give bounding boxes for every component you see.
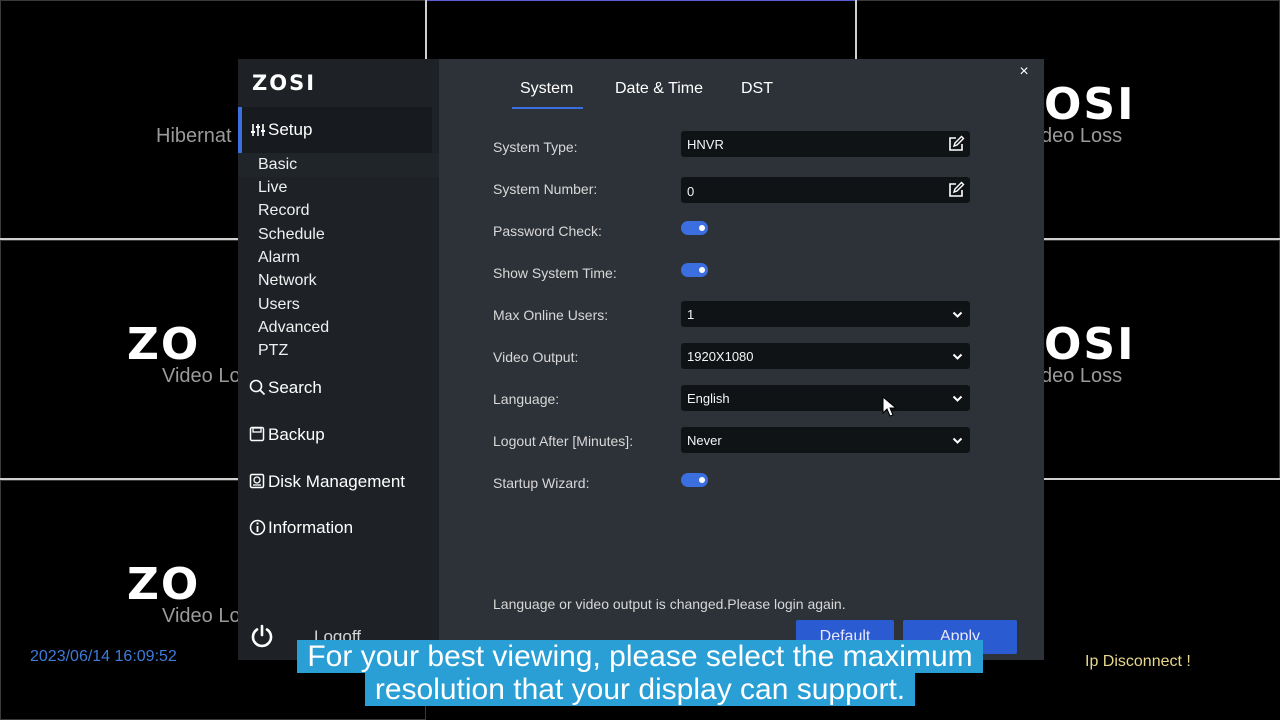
toggle-knob xyxy=(699,267,705,273)
brand-logo: ZOSI xyxy=(252,71,317,95)
sidebar-item-label: Information xyxy=(268,518,354,537)
system-number-field[interactable]: 0 xyxy=(681,177,970,203)
system-type-label: System Type: xyxy=(493,139,578,155)
sidebar-item-information[interactable]: Information xyxy=(238,512,439,542)
video-subtitle: For your best viewing, please select the… xyxy=(0,640,1280,706)
max-online-users-select[interactable]: 1 xyxy=(681,301,970,327)
language-value: English xyxy=(687,391,730,406)
subtitle-line-1: For your best viewing, please select the… xyxy=(297,640,983,673)
chevron-down-icon xyxy=(952,437,963,444)
show-system-time-label: Show System Time: xyxy=(493,265,617,281)
password-check-label: Password Check: xyxy=(493,223,602,239)
sidebar-subitem-network[interactable]: Network xyxy=(258,272,317,290)
logout-after-select[interactable]: Never xyxy=(681,427,970,453)
grid-divider xyxy=(855,0,857,60)
toggle-knob xyxy=(699,477,705,483)
max-online-users-value: 1 xyxy=(687,307,695,322)
password-check-toggle[interactable] xyxy=(681,221,708,235)
video-output-label: Video Output: xyxy=(493,349,579,365)
sidebar-subitem-record[interactable]: Record xyxy=(258,202,310,220)
sidebar-subitem-alarm[interactable]: Alarm xyxy=(258,249,300,267)
sidebar-item-backup[interactable]: Backup xyxy=(238,419,439,449)
toggle-knob xyxy=(699,225,705,231)
setup-dialog: ZOSI Setup Basic Live Record Schedule Al… xyxy=(238,59,1044,660)
system-type-value: HNVR xyxy=(687,137,724,152)
chevron-down-icon xyxy=(952,395,963,402)
camera-logo: OSI xyxy=(1044,319,1136,370)
camera-logo: OSI xyxy=(1044,79,1136,130)
camera-status-text: Hibernat xyxy=(156,125,232,147)
mouse-cursor-icon xyxy=(882,396,898,417)
video-output-select[interactable]: 1920X1080 xyxy=(681,343,970,369)
info-icon xyxy=(249,519,266,536)
search-icon xyxy=(249,379,266,396)
system-number-label: System Number: xyxy=(493,181,598,197)
system-type-field[interactable]: HNVR xyxy=(681,131,970,157)
language-label: Language: xyxy=(493,391,560,407)
chevron-down-icon xyxy=(952,353,963,360)
grid-divider xyxy=(425,0,427,60)
edit-icon[interactable] xyxy=(947,181,965,199)
camera-logo: ZO xyxy=(127,319,201,370)
save-icon xyxy=(249,426,265,442)
camera-status-text: deo Loss xyxy=(1041,125,1123,147)
sidebar-subitem-users[interactable]: Users xyxy=(258,296,300,314)
sidebar-subitem-schedule[interactable]: Schedule xyxy=(258,226,325,244)
notice-text: Language or video output is changed.Plea… xyxy=(493,596,846,612)
sidebar-item-search[interactable]: Search xyxy=(238,372,439,402)
logout-after-value: Never xyxy=(687,433,722,448)
startup-wizard-toggle[interactable] xyxy=(681,473,708,487)
camera-status-text: Video Lo xyxy=(162,365,241,387)
sidebar-item-setup[interactable]: Setup xyxy=(238,107,432,153)
sidebar-item-label: Disk Management xyxy=(268,472,406,491)
language-select[interactable]: English xyxy=(681,385,970,411)
video-output-value: 1920X1080 xyxy=(687,349,754,364)
sidebar-subitem-ptz[interactable]: PTZ xyxy=(258,342,288,360)
camera-logo: ZO xyxy=(127,559,201,610)
sidebar-item-label: Setup xyxy=(268,120,313,139)
sliders-icon xyxy=(251,124,265,136)
camera-status-text: Video Lo xyxy=(162,605,241,627)
edit-icon[interactable] xyxy=(947,135,965,153)
camera-status-text: deo Loss xyxy=(1041,365,1123,387)
sidebar-subitem-advanced[interactable]: Advanced xyxy=(258,319,329,337)
chevron-down-icon xyxy=(952,311,963,318)
tab-date-time[interactable]: Date & Time xyxy=(615,80,703,98)
sidebar-subitem-basic[interactable]: Basic xyxy=(258,156,297,174)
disk-icon xyxy=(249,473,265,489)
close-button[interactable]: × xyxy=(1016,64,1032,80)
sidebar: ZOSI Setup Basic Live Record Schedule Al… xyxy=(238,59,439,660)
tab-dst[interactable]: DST xyxy=(741,80,773,98)
sidebar-item-label: Backup xyxy=(268,425,325,444)
sidebar-subitem-live[interactable]: Live xyxy=(258,179,287,197)
sidebar-item-disk-management[interactable]: Disk Management xyxy=(238,466,439,496)
sidebar-item-label: Search xyxy=(268,378,322,397)
subtitle-line-2: resolution that your display can support… xyxy=(364,673,916,706)
tab-system[interactable]: System xyxy=(511,80,584,109)
startup-wizard-label: Startup Wizard: xyxy=(493,475,590,491)
system-number-value: 0 xyxy=(687,184,695,199)
max-online-users-label: Max Online Users: xyxy=(493,307,609,323)
logout-after-label: Logout After [Minutes]: xyxy=(493,433,634,449)
show-system-time-toggle[interactable] xyxy=(681,263,708,277)
